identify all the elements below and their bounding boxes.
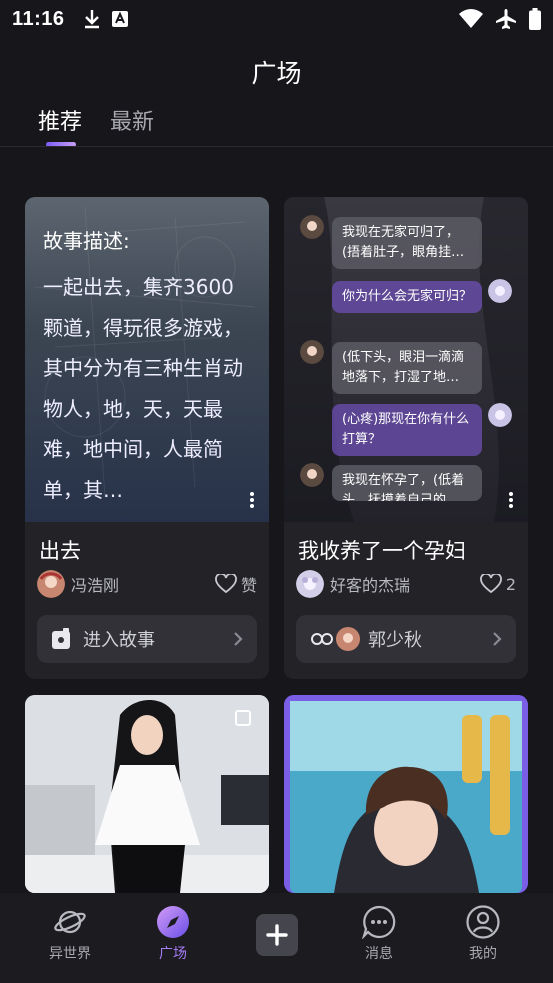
bottom-nav: 异世界 广场 消息 我的 [0,893,553,983]
like-count: 2 [505,574,516,594]
tab-recommended-label: 推荐 [38,110,83,135]
tab-bar: 推荐 最新 [38,104,154,147]
status-bar: 11:16 [0,0,553,38]
avatar [300,215,324,239]
heart-icon [479,574,502,594]
tab-recommended[interactable]: 推荐 [38,104,83,147]
chat-bubble: (心疼)那现在你有什么打算？ [332,404,482,456]
nav-plaza[interactable]: 广场 [133,893,213,963]
chat-bubble: 你为什么会无家可归？ [332,281,482,313]
planet-icon [54,910,86,934]
avatar [488,279,512,303]
chat-bubble: (低下头，眼泪一滴滴地落下，打湿了地… [332,342,482,394]
author-row: 冯浩刚 赞 [37,570,257,598]
author-name[interactable]: 好客的杰瑞 [330,572,410,596]
like-button[interactable]: 2 [479,574,516,594]
chat-bubble-icon [362,905,396,939]
compass-icon [157,906,189,938]
character-name: 郭少秋 [368,630,422,651]
enter-chat-button[interactable]: 郭少秋 [296,615,516,663]
download-icon [84,10,99,29]
chevron-right-icon [234,632,243,646]
story-title: 我收养了一个孕妇 [298,539,466,563]
avatar [300,340,324,364]
more-options-icon[interactable] [508,492,514,508]
author-name[interactable]: 冯浩刚 [71,572,119,596]
chat-bubble: 我现在无家可归了，(捂着肚子，眼角挂… [332,217,482,269]
status-time: 11:16 [12,7,65,30]
avatar[interactable] [37,570,65,598]
app-store-icon [111,11,128,27]
nav-messages[interactable]: 消息 [339,893,419,963]
enter-story-label: 进入故事 [83,630,155,651]
chat-bubble: 我现在怀孕了，(低着头，抚摸着自己的 [332,465,482,501]
cover-image [284,695,528,893]
story-description-text: 一起出去，集齐3600颗道，得玩很多游戏，其中分为有三种生肖动物人，地，天，天最… [43,275,243,502]
heart-icon [215,574,237,594]
story-card[interactable] [25,695,269,893]
avatar [300,463,324,487]
battery-icon [529,8,541,30]
chat-cover[interactable]: 我现在无家可归了，(捂着肚子，眼角挂… 你为什么会无家可归？ (低下头，眼泪一滴… [284,197,528,522]
add-button[interactable] [256,914,298,956]
nav-messages-label: 消息 [365,946,393,962]
wifi-icon [459,9,483,28]
avatar [488,403,512,427]
like-button[interactable]: 赞 [215,572,257,596]
story-card[interactable]: 故事描述: 一起出去，集齐3600颗道，得玩很多游戏，其中分为有三种生肖动物人，… [25,197,269,679]
nav-other-world-label: 异世界 [49,946,91,962]
story-title: 出去 [39,539,81,563]
nav-other-world[interactable]: 异世界 [30,893,110,963]
nav-plaza-label: 广场 [159,946,187,962]
cover-image [25,695,269,893]
nav-profile-label: 我的 [469,946,497,962]
tab-latest[interactable]: 最新 [110,104,154,136]
page-title: 广场 [251,59,302,88]
book-icon [52,628,70,649]
story-cover[interactable]: 故事描述: 一起出去，集齐3600颗道，得玩很多游戏，其中分为有三种生肖动物人，… [25,197,269,522]
like-label: 赞 [240,576,257,595]
user-icon [466,905,500,939]
tab-latest-label: 最新 [110,110,155,135]
story-description-label: 故事描述: [43,229,130,253]
more-options-icon[interactable] [249,492,255,508]
nav-profile[interactable]: 我的 [443,893,523,963]
enter-story-button[interactable]: 进入故事 [37,615,257,663]
link-icon [311,633,333,645]
avatar [336,627,360,651]
author-row: 好客的杰瑞 2 [296,570,516,598]
airplane-icon [496,9,516,29]
story-card[interactable] [284,695,528,893]
story-card[interactable]: 我现在无家可归了，(捂着肚子，眼角挂… 你为什么会无家可归？ (低下头，眼泪一滴… [284,197,528,679]
avatar[interactable] [296,570,324,598]
chevron-right-icon [493,632,502,646]
plus-icon [266,924,288,946]
header-divider [0,146,553,147]
